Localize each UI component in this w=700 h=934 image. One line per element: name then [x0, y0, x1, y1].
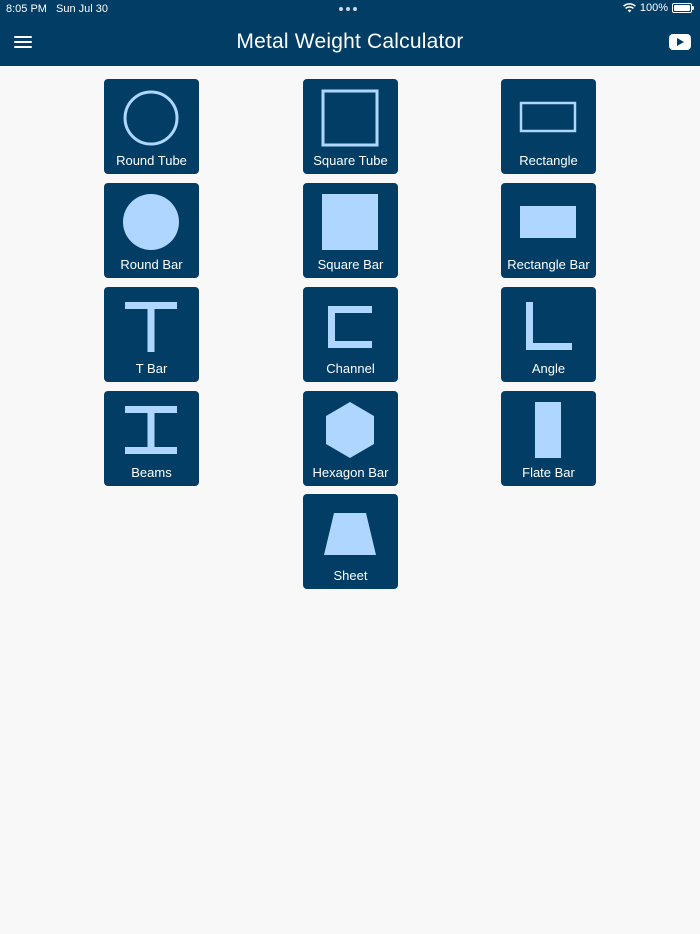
status-bar: 8:05 PM Sun Jul 30 100%	[0, 0, 700, 18]
tile-square-bar[interactable]: Square Bar	[303, 183, 398, 278]
tile-label: Beams	[131, 465, 172, 480]
hexagon-bar-icon	[326, 402, 374, 458]
app-header: 8:05 PM Sun Jul 30 100% Metal Weight Cal…	[0, 0, 700, 66]
tile-label: Sheet	[333, 568, 368, 583]
tile-label: Flate Bar	[522, 465, 575, 480]
page-title: Metal Weight Calculator	[236, 30, 464, 53]
battery-percent: 100%	[639, 2, 668, 14]
wifi-icon	[622, 3, 636, 13]
tile-hexagon-bar[interactable]: Hexagon Bar	[303, 391, 398, 486]
tile-label: T Bar	[135, 361, 168, 376]
status-time: 8:05 PM	[6, 3, 47, 15]
tile-label: Round Bar	[120, 257, 183, 272]
tile-t-bar[interactable]: T Bar	[104, 287, 199, 382]
youtube-button[interactable]	[669, 34, 691, 50]
tile-label: Channel	[326, 361, 375, 376]
tile-label: Square Bar	[317, 257, 384, 272]
tile-round-tube[interactable]: Round Tube	[104, 79, 199, 174]
tile-label: Square Tube	[313, 153, 388, 168]
tile-rectangle-bar[interactable]: Rectangle Bar	[501, 183, 596, 278]
tile-square-tube[interactable]: Square Tube	[303, 79, 398, 174]
square-tube-icon	[321, 89, 379, 147]
tile-round-bar[interactable]: Round Bar	[104, 183, 199, 278]
angle-icon	[526, 302, 572, 350]
rectangle-bar-icon	[520, 206, 576, 238]
tile-label: Angle	[531, 361, 566, 376]
tile-flate-bar[interactable]: Flate Bar	[501, 391, 596, 486]
tile-angle[interactable]: Angle	[501, 287, 596, 382]
t-bar-icon	[125, 302, 177, 352]
rectangle-icon	[519, 101, 577, 133]
tile-beams[interactable]: Beams	[104, 391, 199, 486]
multitasking-dots-icon[interactable]	[339, 7, 357, 11]
tile-label: Hexagon Bar	[312, 465, 389, 480]
tile-label: Rectangle	[519, 153, 578, 168]
round-tube-icon	[123, 90, 179, 146]
tile-rectangle[interactable]: Rectangle	[501, 79, 596, 174]
round-bar-icon	[123, 194, 179, 250]
tile-channel[interactable]: Channel	[303, 287, 398, 382]
status-date: Sun Jul 30	[56, 3, 108, 15]
tile-sheet[interactable]: Sheet	[303, 494, 398, 589]
flat-bar-icon	[535, 402, 561, 458]
square-bar-icon	[322, 194, 378, 250]
tile-label: Rectangle Bar	[507, 257, 590, 272]
sheet-icon	[324, 513, 376, 555]
beam-icon	[125, 406, 177, 454]
status-right: 100%	[622, 2, 694, 14]
channel-icon	[328, 306, 372, 348]
tile-label: Round Tube	[116, 153, 187, 168]
battery-icon	[672, 3, 694, 13]
